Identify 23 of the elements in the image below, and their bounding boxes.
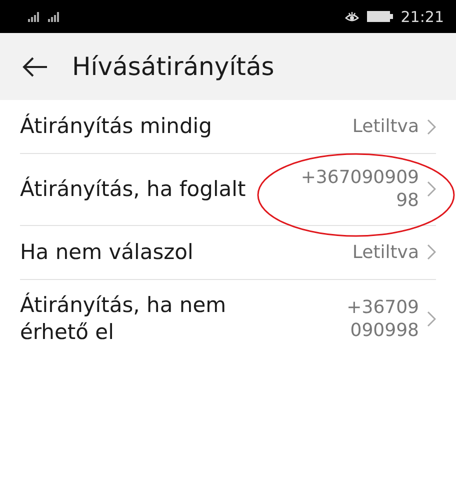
settings-row[interactable]: Átirányítás, ha nem érhető el +36709090998 xyxy=(20,280,436,358)
settings-row[interactable]: Átirányítás mindig Letiltva xyxy=(20,100,436,154)
chevron-icon xyxy=(427,181,436,198)
chevron-icon xyxy=(427,244,436,260)
chevron-icon xyxy=(427,311,436,328)
row-label: Átirányítás, ha foglalt xyxy=(20,176,247,203)
battery-icon xyxy=(366,11,393,22)
signal-icon xyxy=(28,12,42,22)
row-label: Ha nem válaszol xyxy=(20,238,194,266)
chevron-icon xyxy=(427,118,436,134)
settings-row[interactable]: Ha nem válaszol Letiltva xyxy=(20,226,436,280)
row-label: Átirányítás, ha nem érhető el xyxy=(20,292,228,346)
page-title: Hívásátirányítás xyxy=(72,52,274,81)
row-value: Letiltva xyxy=(352,240,419,264)
row-value: +36709090998 xyxy=(300,166,419,213)
signal-icon xyxy=(48,12,62,22)
row-value: Letiltva xyxy=(352,114,419,138)
eye-icon xyxy=(344,10,359,22)
row-value: +36709090998 xyxy=(346,296,419,342)
back-arrow-icon[interactable] xyxy=(22,56,48,76)
settings-row[interactable]: Átirányítás, ha foglalt +36709090998 xyxy=(20,154,436,226)
row-label: Átirányítás mindig xyxy=(20,112,213,140)
status-time: 21:21 xyxy=(400,8,444,26)
